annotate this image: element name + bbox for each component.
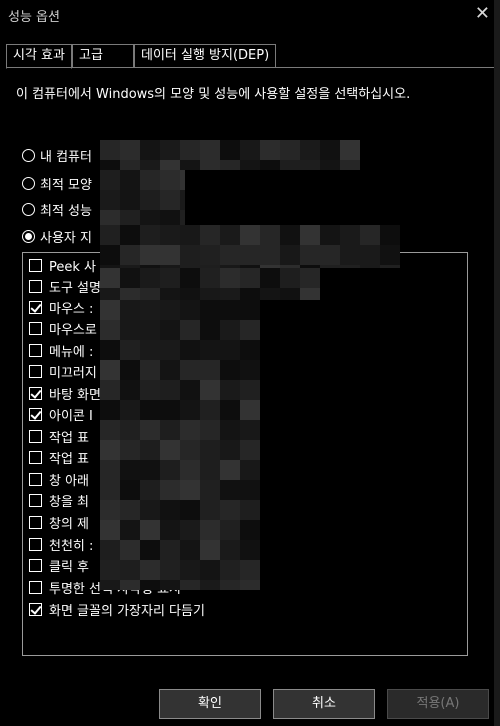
list-item[interactable]: 창 아래 [29,469,89,489]
close-icon[interactable]: ✕ [475,4,490,24]
list-item[interactable]: 아이콘 I [29,404,93,424]
checkbox-checked[interactable] [29,386,42,400]
list-item[interactable]: 창을 최 [29,490,89,510]
checkbox-checked[interactable] [29,407,42,421]
list-item[interactable]: 창의 제 [29,512,89,532]
item-label: 투명한 선택 사각형 표시 [49,581,181,597]
list-item[interactable]: 클릭 후 [29,555,89,575]
apply-button[interactable]: 적용(A) [387,689,489,719]
checkbox[interactable] [29,279,42,293]
list-item[interactable]: 작업 표 [29,426,89,446]
list-item[interactable]: 작업 표 [29,447,89,467]
item-label: 창을 최 [49,494,90,510]
tab-advanced[interactable]: 고급 [71,44,134,68]
description-text: 이 컴퓨터에서 Windows의 모양 및 성능에 사용할 설정을 선택하십시오… [16,87,411,102]
item-label: 마우스 : [49,301,94,317]
checkbox[interactable] [29,429,42,443]
tab-strip: 시각 효과 고급 데이터 실행 방지(DEP) [6,44,277,69]
item-label: 마우스로 [49,322,97,338]
checkbox[interactable] [29,321,42,335]
tab-dep[interactable]: 데이터 실행 방지(DEP) [133,44,277,68]
item-label: 작업 표 [49,451,90,467]
item-label: 창 아래 [49,473,90,489]
item-label: 화면 글꼴의 가장자리 다듬기 [49,603,205,619]
list-item[interactable]: 화면 글꼴의 가장자리 다듬기 [29,599,205,619]
checkbox[interactable] [29,515,42,529]
radio-button-selected[interactable] [22,229,35,243]
list-item[interactable]: 마우스로 [29,318,97,338]
radio-best-performance[interactable]: 최적 성능 [22,199,92,219]
window-title: 성능 옵션 [8,10,60,25]
list-item[interactable]: 도구 설명 [29,276,101,296]
radio-button[interactable] [22,176,35,190]
list-item[interactable]: 바탕 화면 [29,383,101,403]
item-label: 메뉴에 : [49,344,94,360]
radio-button[interactable] [22,148,35,162]
radio-label: 최적 모양 [40,177,92,193]
list-item[interactable]: 미끄러지 [29,361,97,381]
checkbox[interactable] [29,258,42,272]
visual-effects-list[interactable]: Peek 사 도구 설명 마우스 : 마우스로 메뉴에 : 미끄러지 바탕 화면… [22,252,468,656]
tab-visual-effects[interactable]: 시각 효과 [6,44,72,69]
radio-label: 사용자 지 [40,230,92,246]
item-label: 아이콘 I [49,408,93,424]
checkbox[interactable] [29,343,42,357]
item-label: 창의 제 [49,516,90,532]
item-label: 작업 표 [49,430,90,446]
item-label: Peek 사 [49,259,96,275]
list-item[interactable]: 투명한 선택 사각형 표시 [29,577,181,597]
list-item[interactable]: 마우스 : [29,297,93,317]
radio-label: 내 컴퓨터 [40,149,92,165]
item-label: 도구 설명 [49,280,101,296]
window-edge [494,0,500,726]
list-item[interactable]: 천천히 : [29,534,93,554]
radio-custom[interactable]: 사용자 지 [22,226,92,246]
checkbox[interactable] [29,580,42,594]
checkbox[interactable] [29,493,42,507]
checkbox-checked[interactable] [29,602,42,616]
checkbox[interactable] [29,558,42,572]
ok-button[interactable]: 확인 [159,689,261,719]
title-bar: 성능 옵션 ✕ [0,0,500,30]
list-item[interactable]: Peek 사 [29,255,96,275]
checkbox[interactable] [29,472,42,486]
checkbox-checked[interactable] [29,300,42,314]
radio-label: 최적 성능 [40,203,92,219]
item-label: 미끄러지 [49,365,97,381]
item-label: 천천히 : [49,538,94,554]
radio-let-windows-choose[interactable]: 내 컴퓨터 [22,145,92,165]
radio-button[interactable] [22,202,35,216]
checkbox[interactable] [29,537,42,551]
checkbox[interactable] [29,450,42,464]
item-label: 바탕 화면 [49,387,101,403]
checkbox[interactable] [29,364,42,378]
radio-best-appearance[interactable]: 최적 모양 [22,173,92,193]
list-item[interactable]: 메뉴에 : [29,340,93,360]
item-label: 클릭 후 [49,559,90,575]
cancel-button[interactable]: 취소 [273,689,375,719]
